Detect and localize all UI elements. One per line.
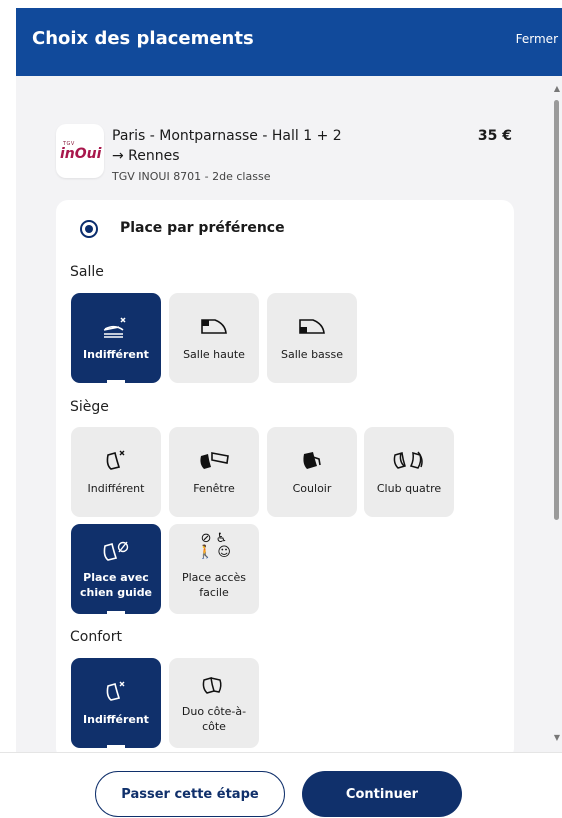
modal-footer: Passer cette étape Continuer: [0, 752, 562, 818]
scrollbar[interactable]: ▲ ▼: [550, 76, 562, 752]
lower-deck-icon: [267, 313, 357, 341]
radio-selected-dot: [85, 225, 93, 233]
train-info: TGV INOUI 8701 - 2de classe: [112, 170, 271, 183]
section-title-confort: Confort: [70, 629, 122, 645]
salle-haute-tile[interactable]: Salle haute: [169, 293, 259, 383]
continue-button[interactable]: Continuer: [302, 771, 462, 817]
modal-content: ▲ ▼ TGV inOui Paris - Montparnasse - Hal…: [16, 76, 562, 752]
confort-indifferent-tile[interactable]: Indifférent: [71, 658, 161, 748]
siege-acces-facile-tile[interactable]: ⊘ ♿ 🚶 ☺ Place accès facile: [169, 524, 259, 614]
route-destination: → Rennes: [112, 148, 180, 164]
seat-indifferent-icon: [71, 678, 161, 706]
club-four-seats-icon: [364, 447, 454, 475]
upper-deck-icon: [169, 313, 259, 341]
seat-indifferent-icon: [71, 447, 161, 475]
duo-seats-icon: [169, 672, 259, 700]
tile-label: Indifférent: [83, 348, 149, 361]
salle-basse-tile[interactable]: Salle basse: [267, 293, 357, 383]
scroll-up-arrow-icon[interactable]: ▲: [554, 84, 560, 93]
section-title-siege: Siège: [70, 399, 109, 415]
trip-price: 35 €: [477, 128, 512, 144]
preference-label: Place par préférence: [120, 220, 285, 236]
modal-title: Choix des placements: [32, 28, 254, 49]
section-title-salle: Salle: [70, 264, 104, 280]
tile-label: Place accès facile: [181, 571, 247, 599]
selected-indicator: [107, 611, 125, 614]
siege-couloir-tile[interactable]: Couloir: [267, 427, 357, 517]
tile-label: Place avec chien guide: [79, 571, 153, 599]
salle-indifferent-tile[interactable]: Indifférent: [71, 293, 161, 383]
tile-label: Salle basse: [280, 348, 344, 361]
scroll-down-arrow-icon[interactable]: ▼: [554, 733, 560, 742]
trip-summary: TGV inOui Paris - Montparnasse - Hall 1 …: [56, 124, 526, 188]
close-button[interactable]: Fermer: [516, 32, 558, 46]
accessibility-icon: ⊘ ♿ 🚶 ☺: [197, 531, 231, 560]
confort-duo-tile[interactable]: Duo côte-à-côte: [169, 658, 259, 748]
siege-indifferent-tile[interactable]: Indifférent: [71, 427, 161, 517]
tile-label: Duo côte-à-côte: [181, 705, 247, 733]
logo-brand-text: inOui: [60, 146, 102, 162]
siege-club-quatre-tile[interactable]: Club quatre: [364, 427, 454, 517]
window-seat-icon: [169, 447, 259, 475]
siege-fenetre-tile[interactable]: Fenêtre: [169, 427, 259, 517]
scrollbar-thumb[interactable]: [554, 100, 559, 520]
selected-indicator: [107, 380, 125, 383]
tile-label: Fenêtre: [193, 482, 235, 495]
skip-step-button[interactable]: Passer cette étape: [95, 771, 285, 817]
preference-radio[interactable]: [80, 220, 98, 238]
tile-label: Indifférent: [83, 713, 149, 726]
tgv-inoui-logo: TGV inOui: [56, 124, 104, 178]
tile-label: Club quatre: [376, 482, 442, 495]
selected-indicator: [107, 745, 125, 748]
route-origin: Paris - Montparnasse - Hall 1 + 2: [112, 128, 342, 144]
modal-header: Choix des placements Fermer: [16, 8, 562, 76]
aisle-seat-icon: [267, 447, 357, 475]
guide-dog-seat-icon: [71, 538, 161, 566]
tile-label: Salle haute: [183, 348, 245, 361]
indifferent-level-icon: [71, 313, 161, 341]
tile-label: Indifférent: [87, 482, 145, 495]
tile-label: Couloir: [292, 482, 332, 495]
siege-chien-guide-tile[interactable]: Place avec chien guide: [71, 524, 161, 614]
